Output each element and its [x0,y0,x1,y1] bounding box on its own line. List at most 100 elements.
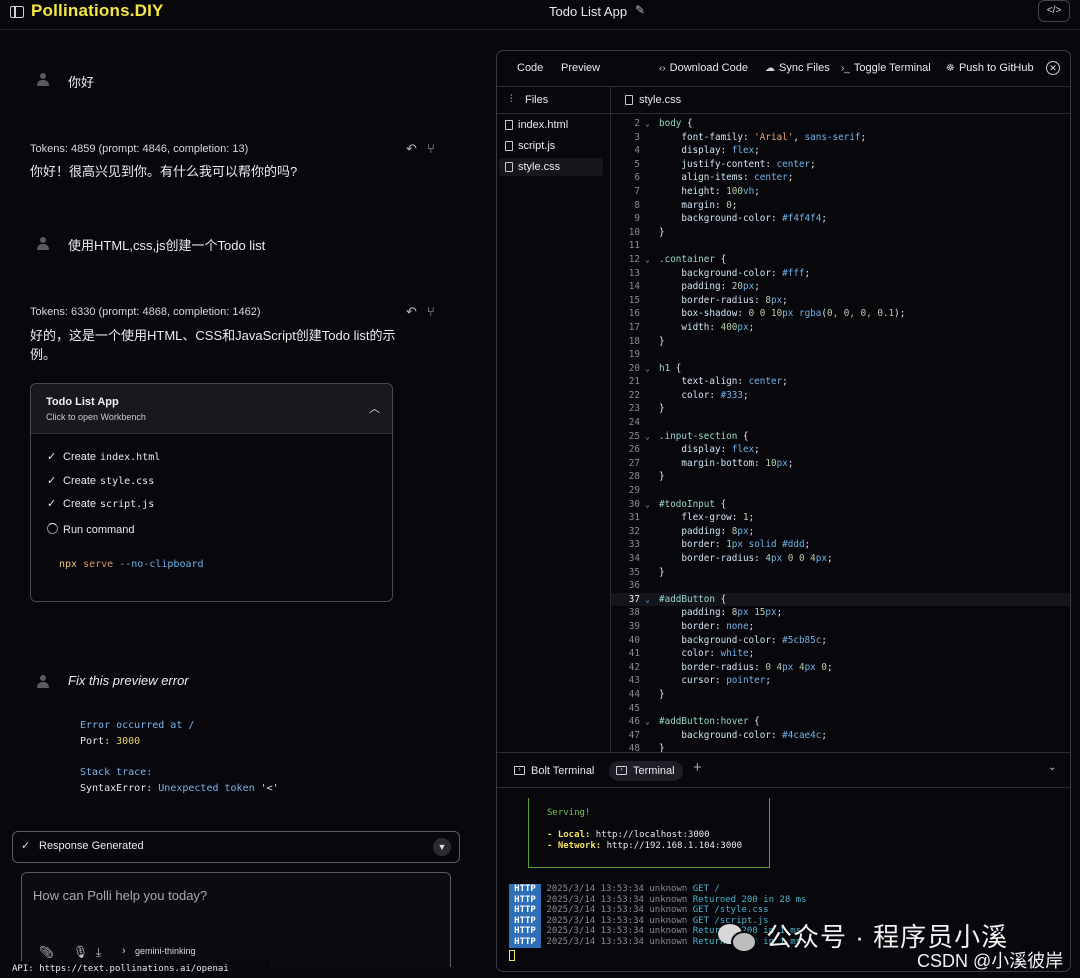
code-line: 46 ⌄ #addButton:hover { [611,715,1070,729]
log-badge: HTTP [509,905,541,916]
error-tail: '<' [254,783,279,794]
code-line: 19 [611,348,1070,362]
command-token: --no-clipboard [119,559,204,570]
workbench-panel: Code Preview ‹› Download Code ☁ Sync Files… [496,50,1071,972]
line-number: 45 [628,702,640,714]
cloud-sync-icon: ☁ [765,63,775,74]
chevron-down-icon[interactable]: ▼ [433,838,451,856]
code-editor[interactable]: style.css 2 ⌄ body {3 font-family: 'Arial'… [611,87,1070,752]
sidebar-toggle-icon[interactable] [10,6,24,18]
code-line: 35} [611,566,1070,580]
download-code-button[interactable]: ‹› Download Code [659,62,748,74]
code-line: 27 margin-bottom: 10px; [611,457,1070,471]
line-number: 13 [628,267,640,279]
serve-network-row: - Network: http://192.168.1.104:3000 [547,841,742,851]
close-icon[interactable]: ✕ [1046,61,1060,75]
check-icon: ✓ [47,498,57,510]
line-number: 2 [634,118,640,129]
code-text: background-color: #f4f4f4; [681,213,827,225]
line-number: 36 [628,580,640,592]
fold-chevron-icon[interactable]: ⌄ [645,362,650,376]
fork-icon[interactable]: ⑂ [427,304,435,319]
tab-terminal[interactable]: › Terminal [609,761,683,781]
log-message: GET /style.css [692,905,769,916]
tab-preview[interactable]: Preview [561,62,600,74]
line-number: 29 [628,485,640,497]
fold-chevron-icon[interactable]: ⌄ [645,253,650,267]
workbench-toolbar: Code Preview ‹› Download Code ☁ Sync Files… [497,51,1070,87]
file-item-index-html[interactable]: index.html [499,116,603,134]
code-line: 24 [611,416,1070,430]
action-label: Sync Files [779,62,830,74]
file-icon [505,141,513,151]
file-tree: ⫶ Files index.html script.js style.css [497,87,611,752]
fold-chevron-icon[interactable]: ⌄ [645,430,650,444]
file-item-style-css[interactable]: style.css [499,158,603,176]
action-label: Toggle Terminal [853,62,931,74]
line-number: 4 [634,145,640,157]
chevron-up-icon[interactable]: ︿ [369,400,380,416]
line-number: 25 [628,430,640,442]
microphone-icon[interactable]: 🎙︎ [73,945,88,959]
chevron-right-icon[interactable]: › [122,945,126,957]
file-item-script-js[interactable]: script.js [499,137,603,155]
code-lines[interactable]: 2 ⌄ body {3 font-family: 'Arial', sans-ser… [611,117,1070,752]
fork-icon[interactable]: ⑂ [427,141,435,156]
sync-files-button[interactable]: ☁ Sync Files [765,62,830,74]
chevron-down-icon[interactable]: ⌄ [1048,762,1056,773]
chat-input[interactable] [33,885,433,905]
error-line: Stack trace: [80,767,153,778]
artifact-header[interactable]: Todo List App Click to open Workbench ︿ [31,384,392,434]
fold-chevron-icon[interactable]: ⌄ [645,117,650,131]
download-icon[interactable]: ⤓ [96,945,101,960]
action-item: ✓ Create script.js [47,497,154,510]
code-text: } [659,688,665,700]
model-selector[interactable]: gemini-thinking [135,946,196,956]
code-text: border-radius: 4px 0 0 4px; [681,553,833,564]
log-timestamp: 2025/3/14 13:53:34 unknown [546,894,688,905]
action-file: script.js [100,499,155,510]
response-status-bar[interactable]: ✓ Response Generated ▼ [12,831,460,863]
edit-title-pencil-icon[interactable]: ✎ [635,3,645,17]
toggle-terminal-button[interactable]: ›_ Toggle Terminal [841,62,931,74]
fold-chevron-icon[interactable]: ⌄ [645,498,650,512]
file-icon [505,162,513,172]
artifact-card[interactable]: Todo List App Click to open Workbench ︿ … [30,383,393,602]
line-number: 6 [634,172,640,184]
fold-chevron-icon[interactable]: ⌄ [645,593,650,607]
action-verb: Create [63,475,97,487]
add-terminal-icon[interactable]: + [693,759,702,776]
code-line: 15 border-radius: 8px; [611,294,1070,308]
code-line: 12 ⌄ .container { [611,253,1070,267]
line-number: 15 [628,294,640,306]
tab-bolt-terminal[interactable]: › Bolt Terminal [507,761,602,781]
workbench-toggle-button[interactable]: </> [1038,0,1070,22]
tab-code[interactable]: Code [517,62,543,74]
code-text: display: flex; [681,145,760,157]
response-label: Response Generated [39,840,144,852]
line-number: 19 [628,349,640,361]
fold-chevron-icon[interactable]: ⌄ [645,715,650,729]
code-line: 32 padding: 8px; [611,525,1070,539]
code-line: 9 background-color: #f4f4f4; [611,212,1070,226]
serve-key: - Network: [547,841,602,851]
attach-paperclip-icon[interactable]: 📎︎ [39,945,54,959]
code-line: 42 border-radius: 0 4px 4px 0; [611,661,1070,675]
undo-icon[interactable]: ↶ [406,141,417,157]
line-number: 23 [628,403,640,415]
code-line: 11 [611,239,1070,253]
check-icon: ✓ [47,451,57,463]
code-text: background-color: #5cb85c; [681,634,827,646]
code-line: 16 box-shadow: 0 0 10px rgba(0, 0, 0, 0.… [611,307,1070,321]
user-message: Fix this preview error [68,673,189,688]
code-line: 8 margin: 0; [611,199,1070,213]
line-number: 46 [628,716,640,728]
undo-icon[interactable]: ↶ [406,304,417,320]
push-to-github-button[interactable]: ☸ Push to GitHub [946,62,1034,74]
assistant-message: 你好！很高兴见到你。有什么我可以帮你的吗? [30,164,298,179]
line-number: 30 [628,498,640,510]
github-icon: ☸ [946,63,955,74]
line-number: 37 [628,593,640,605]
log-badge: HTTP [509,884,541,895]
code-line: 30 ⌄ #todoInput { [611,498,1070,512]
